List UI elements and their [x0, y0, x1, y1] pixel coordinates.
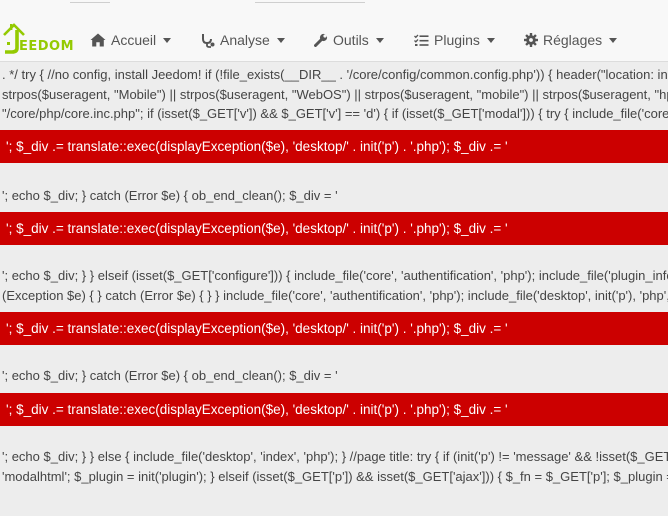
menu-plugins[interactable]: Plugins [414, 28, 495, 52]
page-content: . */ try { //no config, install Jeedom! … [0, 62, 668, 516]
raw-code-line: 'modalhtml'; $_plugin = init('plugin'); … [2, 469, 668, 484]
raw-code-line: "/core/php/core.inc.php"; if (isset($_GE… [2, 106, 668, 121]
menu-reglages[interactable]: Réglages [524, 28, 618, 52]
raw-code-line: '; echo $_div; } catch (Error $e) { ob_e… [2, 368, 338, 383]
raw-code-line: '; echo $_div; } } else { include_file('… [2, 449, 668, 464]
menu-label: Outils [333, 32, 369, 48]
gear-icon [524, 33, 538, 47]
error-alert: '; $_div .= translate::exec(displayExcep… [0, 212, 668, 245]
error-alert: '; $_div .= translate::exec(displayExcep… [0, 393, 668, 426]
menu-outils[interactable]: Outils [314, 28, 384, 52]
menu-label: Réglages [543, 32, 603, 48]
chevron-down-icon [163, 37, 172, 43]
error-alert: '; $_div .= translate::exec(displayExcep… [0, 312, 668, 345]
chevron-down-icon [609, 37, 618, 43]
raw-code-line: strpos($useragent, "Mobile") || strpos($… [2, 87, 668, 102]
browser-tab-remnant [70, 0, 110, 3]
chevron-down-icon [375, 37, 384, 43]
home-icon [90, 33, 106, 47]
wrench-icon [314, 33, 328, 47]
jeedom-logo[interactable]: EEDOM [2, 20, 74, 56]
menu-label: Plugins [434, 32, 480, 48]
logo-text: EEDOM [19, 39, 75, 54]
stethoscope-icon [202, 33, 215, 48]
raw-code-line: '; echo $_div; } catch (Error $e) { ob_e… [2, 188, 338, 203]
menu-label: Accueil [111, 32, 157, 48]
chevron-down-icon [486, 37, 495, 43]
menu-analyse[interactable]: Analyse [201, 28, 285, 52]
chevron-down-icon [276, 37, 285, 43]
browser-tab-remnant [255, 0, 365, 3]
tasks-list-icon [414, 34, 429, 46]
top-navbar: EEDOM Accueil Analyse Outils Plugins Rég… [0, 0, 668, 62]
raw-code-line: . */ try { //no config, install Jeedom! … [2, 67, 668, 82]
error-alert: '; $_div .= translate::exec(displayExcep… [0, 130, 668, 163]
menu-label: Analyse [220, 32, 270, 48]
raw-code-line: (Exception $e) { } catch (Error $e) { } … [2, 288, 668, 303]
raw-code-line: '; echo $_div; } } elseif (isset($_GET['… [2, 268, 668, 283]
menu-accueil[interactable]: Accueil [90, 28, 172, 52]
